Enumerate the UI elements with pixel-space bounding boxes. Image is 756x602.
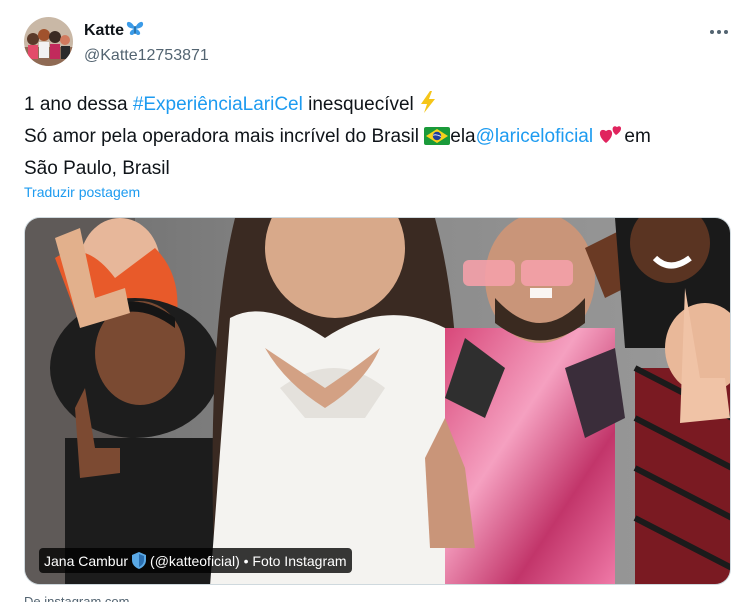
caption-credit: (@katteoficial) • Foto Instagram: [150, 552, 347, 569]
avatar-image: [24, 17, 73, 66]
more-dot-icon: [724, 30, 728, 34]
user-name-row[interactable]: Katte: [84, 20, 144, 41]
display-name[interactable]: Katte: [84, 22, 124, 40]
tweet-text-segment: em: [624, 126, 651, 147]
caption-name: Jana Cambur: [44, 552, 129, 569]
brazil-flag-icon: [424, 125, 451, 154]
more-dot-icon: [717, 30, 721, 34]
avatar[interactable]: [24, 17, 73, 66]
tweet-line-2: Só amor pela operadora mais incrível do …: [24, 122, 744, 154]
user-handle[interactable]: @Katte12753871: [84, 47, 209, 65]
shield-icon: [131, 552, 147, 569]
media-caption: Jana Cambur (@katteoficial) • Foto Insta…: [39, 548, 352, 573]
tweet-text-segment: 1 ano dessa: [24, 94, 133, 115]
tweet-text: 1 ano dessa #ExperiênciaLariCel inesquec…: [24, 90, 744, 183]
tweet-line-1: 1 ano dessa #ExperiênciaLariCel inesquec…: [24, 90, 744, 122]
tweet-text-segment: ela: [450, 126, 476, 147]
butterfly-icon: [126, 20, 144, 41]
tweet-text-segment: inesquecível: [302, 94, 420, 115]
tweet-text-segment: Só amor pela operadora mais incrível do …: [24, 126, 425, 147]
lightning-icon: [419, 91, 437, 122]
tweet: Katte @Katte12753871 1 ano dessa #Experi…: [0, 0, 756, 602]
more-options-button[interactable]: [707, 22, 731, 42]
translate-post-link[interactable]: Traduzir postagem: [24, 184, 140, 200]
two-hearts-icon: [598, 123, 624, 154]
more-dot-icon: [710, 30, 714, 34]
source-link[interactable]: De instagram.com: [24, 594, 129, 602]
hashtag-link[interactable]: #ExperiênciaLariCel: [133, 94, 303, 115]
mention-link[interactable]: @lariceloficial: [476, 126, 594, 147]
tweet-line-3: São Paulo, Brasil: [24, 158, 170, 179]
media-image[interactable]: Jana Cambur (@katteoficial) • Foto Insta…: [24, 217, 731, 585]
photo-image: [25, 218, 730, 584]
